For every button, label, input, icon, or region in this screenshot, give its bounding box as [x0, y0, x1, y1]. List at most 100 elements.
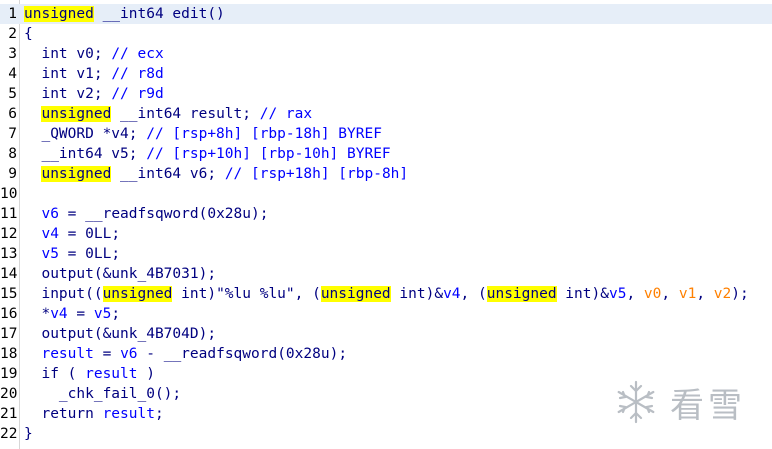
line-number: 2 — [8, 26, 17, 42]
code-token: v4 — [50, 306, 68, 322]
code-token: // [rsp+10h] [rbp-10h] BYREF — [146, 146, 391, 162]
code-token: int)"%lu %lu", ( — [172, 286, 321, 302]
code-token: if ( — [24, 366, 86, 382]
line-text[interactable]: v5 = 0LL; — [24, 244, 120, 264]
highlighted-keyword: unsigned — [24, 6, 94, 22]
code-token: // [rsp+18h] [rbp-8h] — [224, 166, 409, 182]
code-line[interactable]: 1 unsigned __int64 edit() — [0, 4, 772, 24]
code-line[interactable]: 3 int v0; // ecx — [0, 44, 772, 64]
line-number: 14 — [0, 266, 18, 282]
code-line[interactable]: 6 unsigned __int64 result; // rax — [0, 104, 772, 124]
line-text[interactable]: int v2; // r9d — [24, 84, 164, 104]
line-text[interactable]: output(&unk_4B7031); — [24, 264, 216, 284]
line-number: 6 — [8, 106, 17, 122]
code-line[interactable]: 8 __int64 v5; // [rsp+10h] [rbp-10h] BYR… — [0, 144, 772, 164]
line-text[interactable]: unsigned __int64 result; // rax — [24, 104, 312, 124]
code-token: // [rsp+8h] [rbp-18h] BYREF — [146, 126, 382, 142]
highlighted-keyword: unsigned — [486, 286, 557, 302]
code-line[interactable]: 13 v5 = 0LL; — [0, 244, 772, 264]
line-number: 21 — [0, 406, 18, 422]
line-text[interactable]: int v1; // r8d — [24, 64, 164, 84]
line-text[interactable]: int v0; // ecx — [24, 44, 164, 64]
line-text[interactable]: { — [24, 24, 33, 44]
code-line[interactable]: 14 output(&unk_4B7031); — [0, 264, 772, 284]
code-token: result — [85, 366, 138, 382]
line-number: 7 — [8, 126, 17, 142]
code-token: int)& — [390, 286, 444, 302]
code-token: ); — [731, 286, 749, 302]
code-token: - __readfsqword(0x28u); — [137, 346, 348, 362]
code-line[interactable]: 11 v6 = __readfsqword(0x28u); — [0, 204, 772, 224]
code-token: // r9d — [111, 86, 164, 102]
line-text[interactable]: unsigned __int64 edit() — [24, 4, 225, 24]
line-text[interactable]: _chk_fail_0(); — [24, 384, 181, 404]
code-token: ; — [111, 306, 121, 322]
code-token: int v1; — [24, 66, 112, 82]
line-number: 13 — [0, 246, 18, 262]
code-token: , — [626, 286, 644, 302]
line-number: 11 — [0, 206, 18, 222]
line-number: 3 — [8, 46, 17, 62]
line-number: 4 — [8, 66, 17, 82]
line-text[interactable]: input((unsigned int)"%lu %lu", (unsigned… — [24, 284, 749, 304]
code-line[interactable]: 7 _QWORD *v4; // [rsp+8h] [rbp-18h] BYRE… — [0, 124, 772, 144]
code-token: // r8d — [111, 66, 164, 82]
snowflake-icon — [617, 380, 655, 424]
line-text[interactable]: *v4 = v5; — [24, 304, 120, 324]
code-token: , ( — [460, 286, 487, 302]
code-token: // ecx — [111, 46, 164, 62]
line-text[interactable]: unsigned __int64 v6; // [rsp+18h] [rbp-8… — [24, 164, 408, 184]
code-line[interactable]: 2{ — [0, 24, 772, 44]
code-line[interactable]: 12 v4 = 0LL; — [0, 224, 772, 244]
code-token: int)& — [556, 286, 609, 302]
line-number: 20 — [0, 386, 18, 402]
code-token: __int64 v6; — [111, 166, 225, 182]
code-token: = 0LL; — [58, 246, 121, 262]
line-number: 17 — [0, 326, 18, 342]
code-token: input(( — [24, 286, 103, 302]
code-line[interactable]: 18 result = v6 - __readfsqword(0x28u); — [0, 344, 772, 364]
code-token: __int64 edit() — [93, 6, 225, 22]
line-number: 15 — [0, 286, 18, 302]
code-line[interactable]: 16 *v4 = v5; — [0, 304, 772, 324]
pseudocode-view[interactable]: 1 unsigned __int64 edit() 2{3 int v0; // e… — [0, 0, 772, 449]
line-number: 5 — [8, 86, 17, 102]
code-line[interactable]: 9 unsigned __int64 v6; // [rsp+18h] [rbp… — [0, 164, 772, 184]
code-token: , — [696, 286, 714, 302]
code-token: = — [67, 306, 94, 322]
line-text[interactable]: if ( result ) — [24, 364, 155, 384]
code-token: * — [24, 306, 51, 322]
line-text[interactable]: _QWORD *v4; // [rsp+8h] [rbp-18h] BYREF — [24, 124, 382, 144]
code-token: _QWORD *v4; — [24, 126, 147, 142]
watermark-text: 看雪 — [670, 385, 746, 426]
line-text[interactable]: return result; — [24, 404, 163, 424]
line-text[interactable]: v6 = __readfsqword(0x28u); — [24, 204, 268, 224]
code-token: __int64 v5; — [24, 146, 147, 162]
line-number: 9 — [8, 166, 17, 182]
line-number: 18 — [0, 346, 18, 362]
code-line[interactable]: 5 int v2; // r9d — [0, 84, 772, 104]
code-token: v5 — [608, 286, 627, 302]
highlighted-keyword: unsigned — [320, 286, 391, 302]
code-line[interactable]: 15 input((unsigned int)"%lu %lu", (unsig… — [0, 284, 772, 304]
line-text[interactable]: output(&unk_4B704D); — [24, 324, 216, 344]
line-text[interactable]: v4 = 0LL; — [24, 224, 120, 244]
highlighted-keyword: unsigned — [41, 106, 112, 122]
line-text[interactable]: } — [24, 424, 33, 444]
code-line[interactable]: 17 output(&unk_4B704D); — [0, 324, 772, 344]
line-number: 10 — [0, 186, 18, 202]
code-line[interactable]: 4 int v1; // r8d — [0, 64, 772, 84]
line-text[interactable]: __int64 v5; // [rsp+10h] [rbp-10h] BYREF — [24, 144, 391, 164]
code-token: __int64 result; — [111, 106, 260, 122]
line-number: 12 — [0, 226, 18, 242]
line-text[interactable]: result = v6 - __readfsqword(0x28u); — [24, 344, 347, 364]
code-token: v2 — [713, 286, 732, 302]
code-token: output(&unk_4B704D); — [24, 326, 217, 342]
code-token: result — [41, 346, 94, 362]
code-line[interactable]: 10 — [0, 184, 772, 204]
code-token: = — [93, 346, 121, 362]
